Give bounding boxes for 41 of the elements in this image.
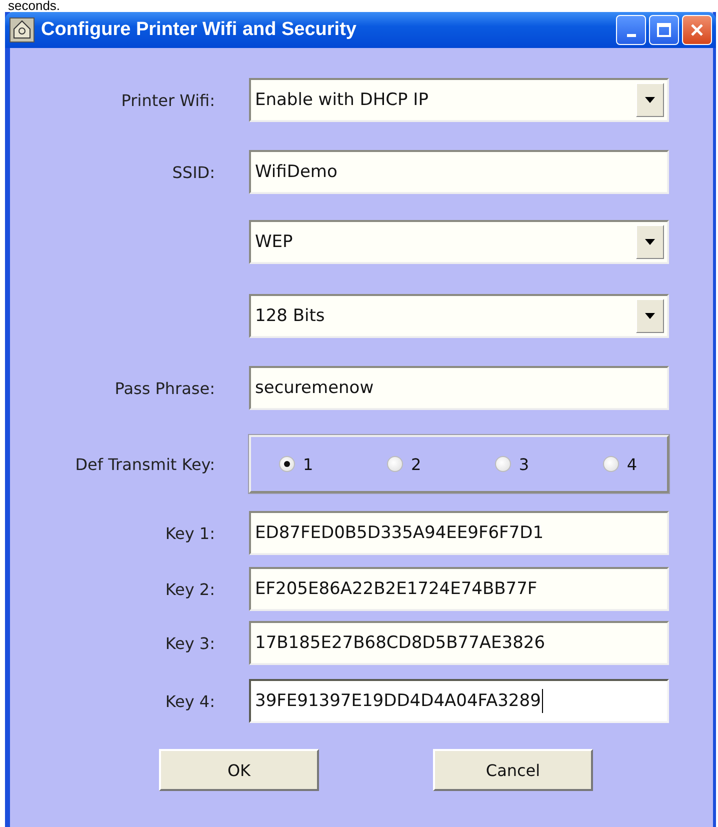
dropdown[interactable]: 128 Bits [249, 294, 669, 338]
minimize-button[interactable] [616, 15, 646, 45]
input-field[interactable]: WifiDemo [249, 150, 669, 194]
field-label: SSID: [171, 162, 215, 182]
maximize-button[interactable] [649, 15, 679, 45]
radio-button[interactable] [602, 456, 619, 472]
ok-button[interactable]: OK [159, 749, 319, 791]
window-title: Configure Printer Wifi and Security [41, 19, 358, 41]
input-field[interactable]: securemenow [249, 366, 669, 410]
field-label: Pass Phrase: [114, 378, 215, 398]
input-field[interactable]: 17B185E27B68CD8D5B77AE3826 [249, 621, 669, 665]
maximize-icon [656, 22, 672, 38]
field-label: Def Transmit Key: [74, 454, 215, 474]
caret-icon [645, 239, 655, 245]
close-button[interactable] [682, 15, 712, 45]
close-icon [689, 22, 705, 38]
field-label: Key 1: [164, 524, 215, 542]
caption-text: seconds. [7, 0, 62, 12]
field-label: Printer Wifi: [120, 90, 215, 110]
field-label: Key 2: [164, 580, 215, 598]
input-field[interactable]: 39FE91397E19DD4D4A04FA3289 [249, 679, 669, 723]
radio-label: 1 [303, 454, 314, 474]
dropdown[interactable]: WEP [249, 220, 669, 264]
minimize-icon [626, 34, 636, 36]
field-label: Key 4: [164, 692, 215, 710]
dropdown-arrow-button[interactable] [636, 225, 664, 259]
radio-label: 2 [410, 454, 422, 474]
radio-button[interactable] [494, 456, 511, 472]
caret-icon [645, 97, 655, 103]
dropdown-arrow-button[interactable] [636, 83, 664, 117]
cancel-button[interactable]: Cancel [433, 749, 593, 791]
radio-label: 3 [518, 454, 530, 474]
dropdown-arrow-button[interactable] [636, 299, 664, 333]
input-field[interactable]: EF205E86A22B2E1724E74BB77F [249, 567, 669, 611]
caret-icon [645, 313, 655, 319]
input-field[interactable]: ED87FED0B5D335A94EE9F6F7D1 [249, 511, 669, 555]
field-label: Key 3: [164, 634, 215, 652]
radio-button[interactable] [386, 456, 403, 472]
radio-label: 4 [626, 454, 637, 474]
radio-button[interactable] [279, 456, 295, 472]
dropdown[interactable]: Enable with DHCP IP [249, 78, 669, 122]
